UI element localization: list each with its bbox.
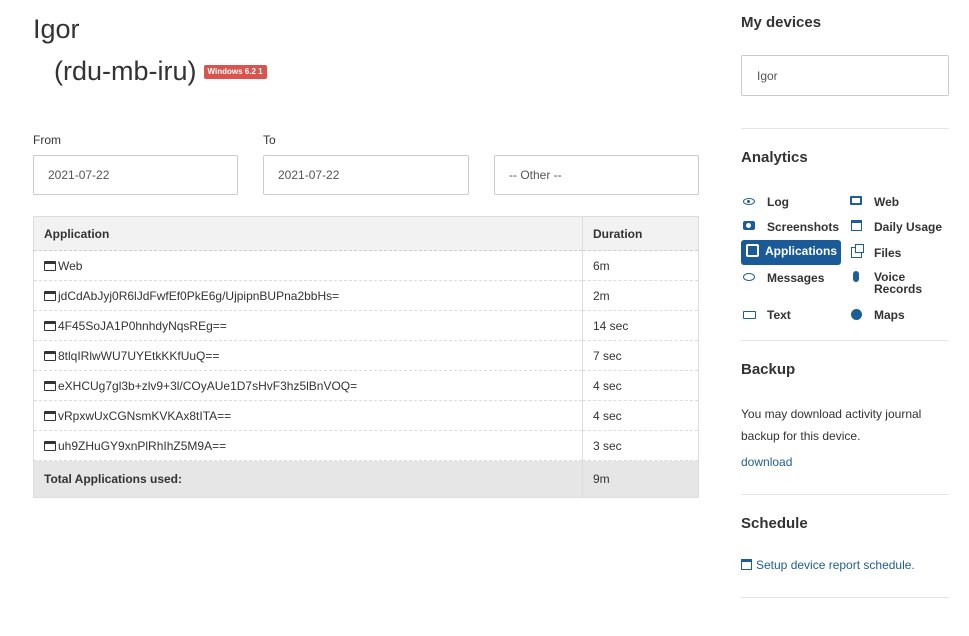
- duration-cell: 7 sec: [582, 340, 699, 371]
- eye-icon: [741, 195, 757, 205]
- nav-item-screenshots[interactable]: Screenshots: [741, 216, 839, 238]
- nav-label: Voice Records: [874, 271, 922, 295]
- backup-description: You may download activity journal backup…: [741, 407, 922, 443]
- divider: [741, 494, 949, 495]
- host-name: (rdu-mb-iru): [54, 56, 197, 86]
- column-header-duration[interactable]: Duration: [582, 216, 699, 251]
- app-name: 4F45SoJA1P0hnhdyNqsREg==: [58, 318, 227, 333]
- host-line: (rdu-mb-iru) Windows 6.2 1: [54, 54, 267, 88]
- nav-label: Maps: [874, 308, 905, 322]
- window-icon: [44, 410, 56, 421]
- nav-item-maps[interactable]: Maps: [848, 304, 905, 326]
- window-icon: [44, 380, 56, 391]
- table-header-row: Application Duration: [33, 216, 699, 251]
- table-row: 4F45SoJA1P0hnhdyNqsREg== 14 sec: [33, 310, 699, 341]
- backup-heading: Backup: [741, 361, 796, 378]
- nav-item-messages[interactable]: Messages: [741, 267, 824, 289]
- nav-item-files[interactable]: Files: [848, 242, 901, 264]
- user-name: Igor: [33, 14, 80, 44]
- table-row: Web 6m: [33, 250, 699, 281]
- duration-cell: 6m: [582, 250, 699, 281]
- table-row: jdCdAbJyj0R6lJdFwfEf0PkE6g/UjpipnBUPna2b…: [33, 280, 699, 311]
- app-cell: vRpxwUxCGNsmKVKAx8tITA==: [33, 400, 583, 431]
- window-icon: [44, 350, 56, 361]
- app-cell: uh9ZHuGY9xnPlRhIhZ5M9A==: [33, 430, 583, 461]
- app-cell: eXHCUg7gl3b+zlv9+3l/COyAUe1D7sHvF3hz5lBn…: [33, 370, 583, 401]
- app-cell: 8tlqIRlwWU7UYEtkKKfUuQ==: [33, 340, 583, 371]
- nav-label: Daily Usage: [874, 220, 943, 234]
- duration-cell: 4 sec: [582, 370, 699, 401]
- nav-label: Web: [874, 195, 900, 209]
- table-row: 8tlqIRlwWU7UYEtkKKfUuQ== 7 sec: [33, 340, 699, 371]
- microphone-icon: [848, 271, 864, 282]
- nav-item-web[interactable]: Web: [848, 191, 899, 213]
- app-name: jdCdAbJyj0R6lJdFwfEf0PkE6g/UjpipnBUPna2b…: [58, 288, 340, 303]
- app-name: uh9ZHuGY9xnPlRhIhZ5M9A==: [58, 438, 227, 453]
- divider: [741, 340, 949, 341]
- from-date-input[interactable]: 2021-07-22: [33, 155, 238, 195]
- nav-label: Files: [874, 246, 902, 260]
- nav-label-line-2: Records: [874, 282, 923, 296]
- total-value: 9m: [582, 460, 699, 498]
- app-cell: 4F45SoJA1P0hnhdyNqsREg==: [33, 310, 583, 341]
- duration-cell: 14 sec: [582, 310, 699, 341]
- column-header-application[interactable]: Application: [33, 216, 583, 251]
- comment-icon: [741, 271, 757, 281]
- nav-label: Text: [767, 308, 791, 322]
- camera-icon: [741, 220, 757, 230]
- schedule-heading: Schedule: [741, 515, 808, 532]
- table-total-row: Total Applications used: 9m: [33, 460, 699, 498]
- globe-icon: [848, 308, 864, 320]
- total-label: Total Applications used:: [33, 460, 583, 498]
- schedule-link[interactable]: Setup device report schedule.: [756, 558, 915, 572]
- window-icon: [44, 320, 56, 331]
- divider: [741, 128, 949, 129]
- nav-label: Log: [767, 195, 789, 209]
- app-cell: Web: [33, 250, 583, 281]
- table-row: vRpxwUxCGNsmKVKAx8tITA== 4 sec: [33, 400, 699, 431]
- app-name: eXHCUg7gl3b+zlv9+3l/COyAUe1D7sHvF3hz5lBn…: [58, 378, 358, 393]
- schedule-link-row[interactable]: Setup device report schedule.: [741, 558, 915, 572]
- os-badge: Windows 6.2 1: [203, 65, 267, 79]
- analytics-heading: Analytics: [741, 149, 808, 166]
- applications-table: Application Duration Web 6m jdCdAbJyj0R6…: [33, 216, 699, 498]
- nav-label: Messages: [767, 271, 825, 285]
- device-select[interactable]: Igor: [741, 55, 949, 96]
- duration-cell: 2m: [582, 280, 699, 311]
- period-select[interactable]: -- Other --: [494, 155, 699, 195]
- divider: [741, 597, 949, 598]
- duration-cell: 3 sec: [582, 430, 699, 461]
- nav-label: Applications: [764, 244, 837, 258]
- keyboard-icon: [741, 308, 757, 319]
- table-row: eXHCUg7gl3b+zlv9+3l/COyAUe1D7sHvF3hz5lBn…: [33, 370, 699, 401]
- app-name: 8tlqIRlwWU7UYEtkKKfUuQ==: [58, 348, 220, 363]
- nav-item-log[interactable]: Log: [741, 191, 789, 213]
- files-icon: [848, 244, 864, 258]
- app-name: Web: [58, 258, 83, 273]
- window-icon: [44, 440, 56, 451]
- my-devices-heading: My devices: [741, 14, 822, 31]
- nav-item-text[interactable]: Text: [741, 304, 791, 326]
- app-name: vRpxwUxCGNsmKVKAx8tITA==: [58, 408, 232, 423]
- nav-item-daily-usage[interactable]: Daily Usage: [848, 216, 942, 238]
- nav-item-applications[interactable]: Applications: [741, 240, 841, 265]
- to-label: To: [263, 133, 276, 147]
- from-label: From: [33, 133, 61, 147]
- duration-cell: 4 sec: [582, 400, 699, 431]
- to-date-input[interactable]: 2021-07-22: [263, 155, 469, 195]
- download-link[interactable]: download: [741, 455, 792, 469]
- nav-item-voice-records[interactable]: Voice Records: [848, 267, 922, 299]
- calendar-icon: [741, 559, 752, 570]
- table-row: uh9ZHuGY9xnPlRhIhZ5M9A== 3 sec: [33, 430, 699, 461]
- window-icon: [44, 290, 56, 301]
- monitor-icon: [848, 195, 864, 205]
- calendar-icon: [848, 220, 864, 231]
- app-cell: jdCdAbJyj0R6lJdFwfEf0PkE6g/UjpipnBUPna2b…: [33, 280, 583, 311]
- puzzle-icon: [745, 244, 761, 257]
- nav-label: Screenshots: [767, 220, 840, 234]
- window-icon: [44, 260, 56, 271]
